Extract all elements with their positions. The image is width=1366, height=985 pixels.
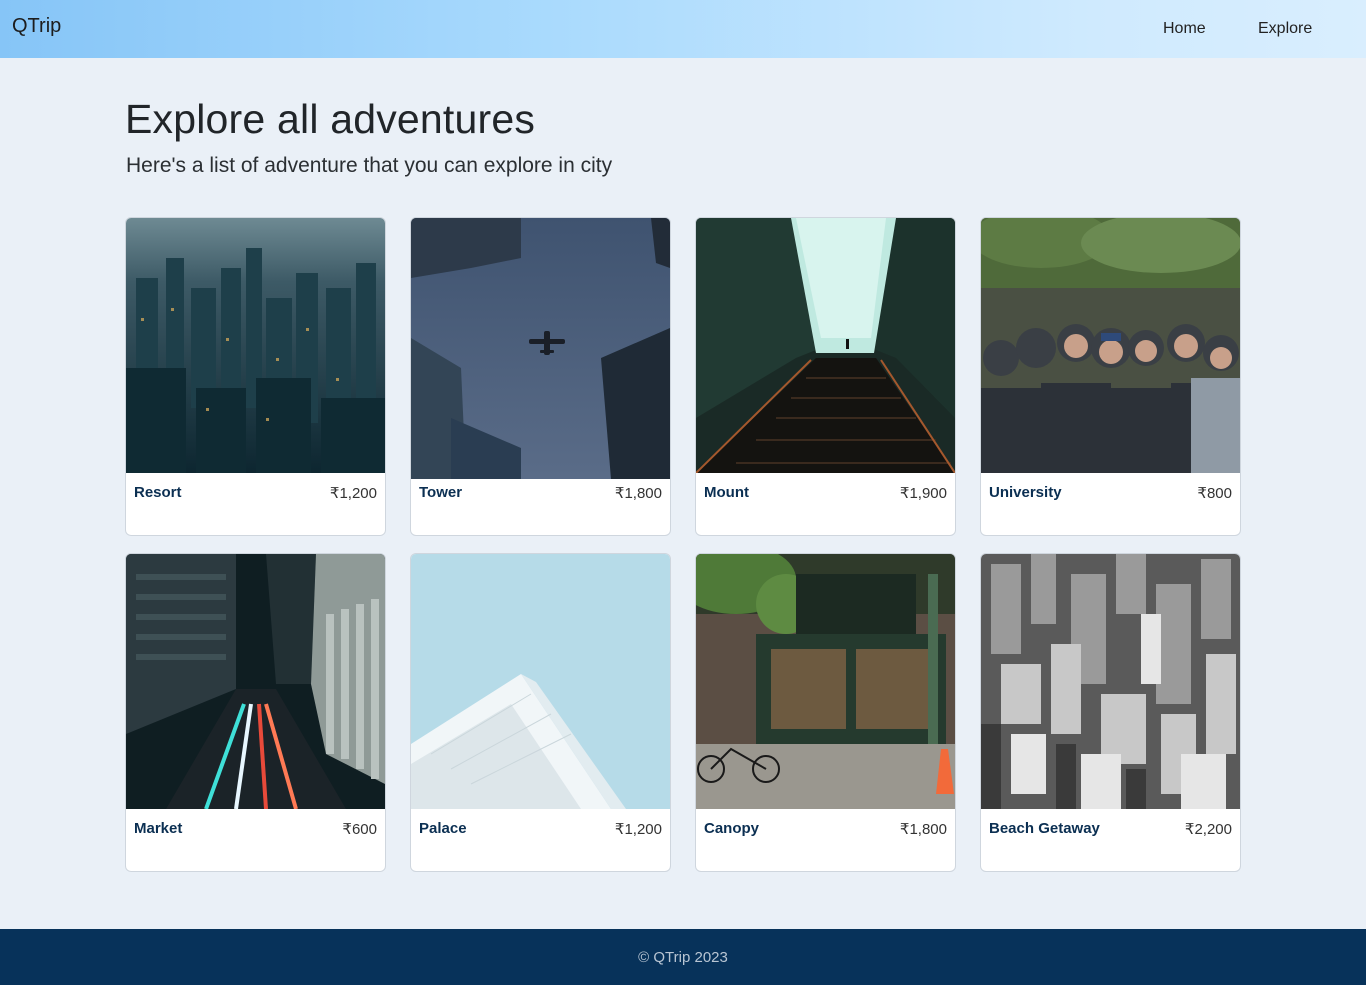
adventure-price: ₹1,200 [329, 485, 377, 502]
adventure-image-tower [411, 218, 670, 479]
adventure-card-university[interactable]: University ₹800 [980, 217, 1241, 536]
adventure-name: Mount [704, 484, 749, 501]
adventure-card-beach-getaway[interactable]: Beach Getaway ₹2,200 [980, 553, 1241, 872]
adventure-name: Market [134, 820, 183, 837]
adventure-price: ₹1,200 [614, 821, 662, 838]
adventure-image-beach-getaway [981, 554, 1240, 809]
adventure-image-mount [696, 218, 955, 473]
adventure-image-market [126, 554, 385, 809]
adventure-name: Palace [419, 820, 467, 837]
page-subtitle: Here's a list of adventure that you can … [126, 154, 613, 177]
adventure-name: University [989, 484, 1062, 501]
adventure-price: ₹1,800 [899, 821, 947, 838]
adventure-card-mount[interactable]: Mount ₹1,900 [695, 217, 956, 536]
adventure-name: Resort [134, 484, 182, 501]
adventure-card-resort[interactable]: Resort ₹1,200 [125, 217, 386, 536]
adventure-price: ₹600 [342, 821, 377, 838]
nav-home-link[interactable]: Home [1163, 20, 1206, 38]
navbar: QTrip Home Explore [0, 0, 1366, 58]
adventure-card-canopy[interactable]: Canopy ₹1,800 [695, 553, 956, 872]
adventure-card-market[interactable]: Market ₹600 [125, 553, 386, 872]
adventure-name: Canopy [704, 820, 760, 837]
adventure-image-canopy [696, 554, 955, 809]
brand-logo-link[interactable]: QTrip [12, 15, 61, 38]
nav-explore-link[interactable]: Explore [1258, 20, 1312, 38]
footer: © QTrip 2023 [0, 929, 1366, 985]
page-title: Explore all adventures [125, 96, 536, 142]
adventure-name: Tower [419, 484, 463, 501]
adventure-name: Beach Getaway [989, 820, 1100, 837]
adventure-price: ₹1,900 [899, 485, 947, 502]
adventure-card-tower[interactable]: Tower ₹1,800 [410, 217, 671, 536]
adventure-price: ₹2,200 [1184, 821, 1232, 838]
footer-copyright: © QTrip 2023 [638, 948, 728, 966]
adventure-image-university [981, 218, 1240, 473]
adventure-image-resort [126, 218, 385, 473]
adventure-price: ₹1,800 [614, 485, 662, 502]
adventure-price: ₹800 [1197, 485, 1232, 502]
adventure-image-palace [411, 554, 670, 809]
adventure-card-palace[interactable]: Palace ₹1,200 [410, 553, 671, 872]
